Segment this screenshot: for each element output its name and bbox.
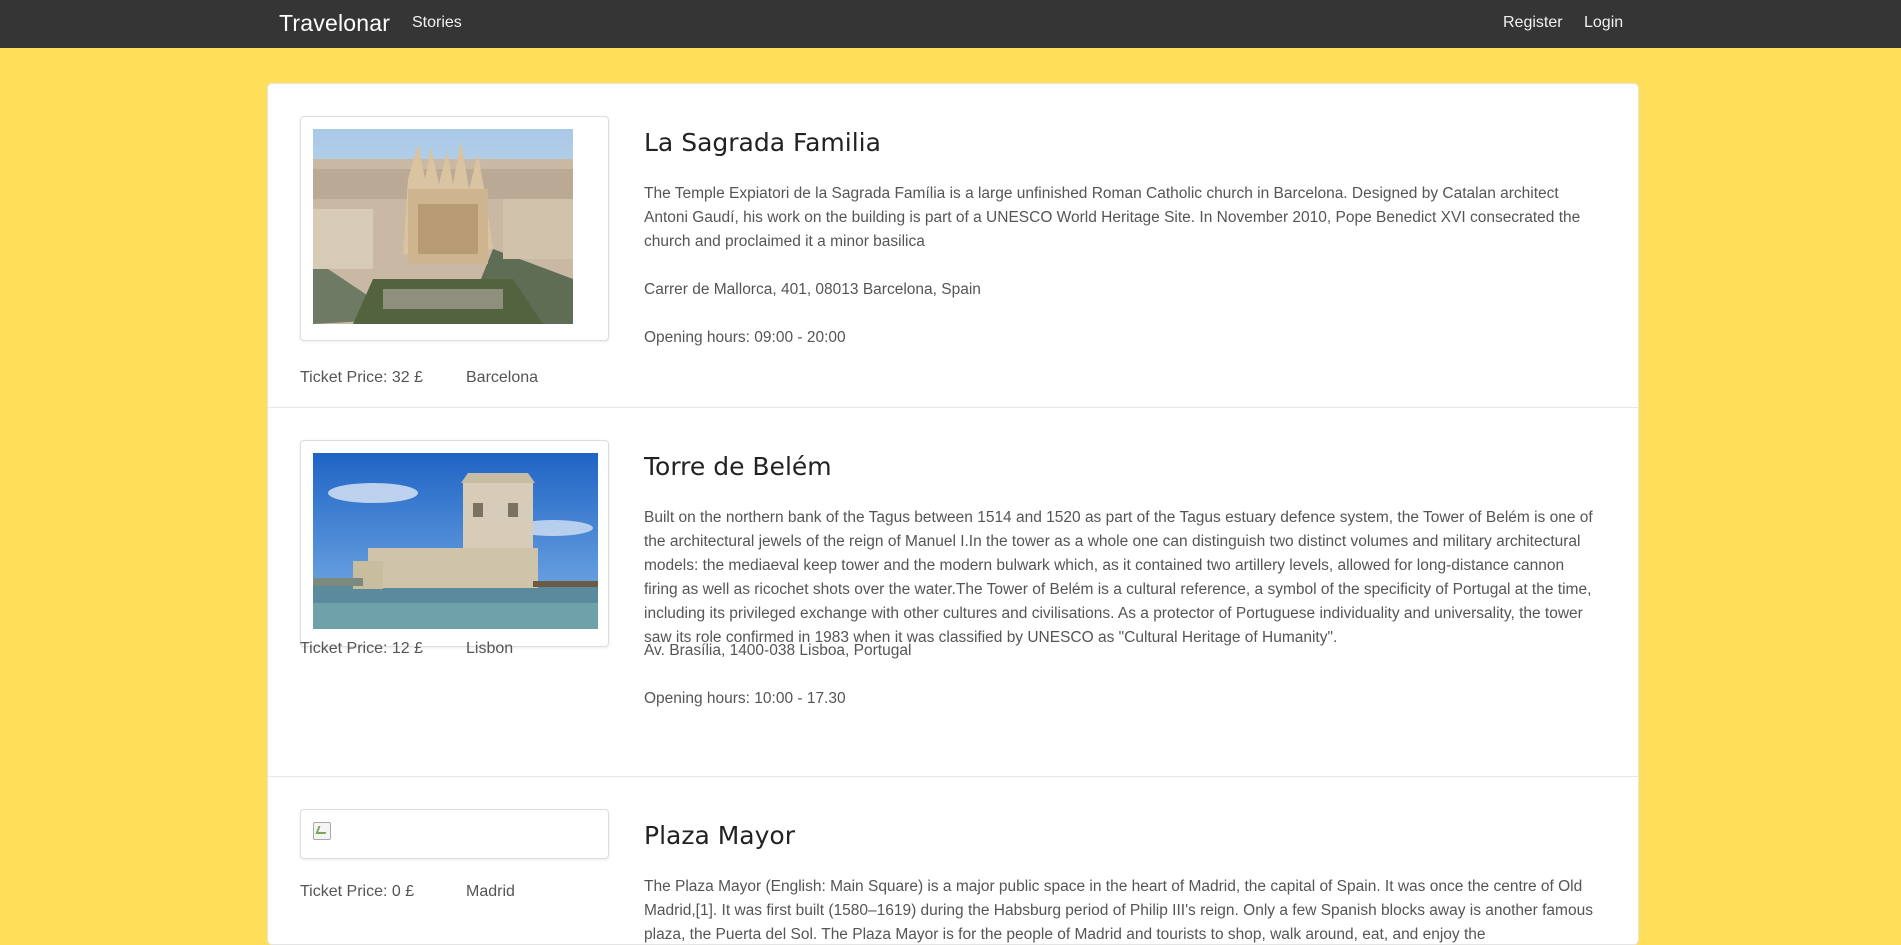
item-divider	[268, 776, 1638, 777]
ticket-price: Ticket Price: 12 £	[300, 640, 424, 657]
attraction-address: Carrer de Mallorca, 401, 08013 Barcelona…	[644, 281, 981, 298]
nav-register-link[interactable]: Register	[1503, 14, 1563, 32]
item-divider	[268, 407, 1638, 408]
attraction-description: The Temple Expiatori de la Sagrada Famíl…	[644, 185, 1581, 250]
attraction-image-frame[interactable]	[300, 440, 609, 647]
broken-image-icon	[313, 822, 331, 840]
brand-link[interactable]: Travelonar	[279, 10, 390, 37]
attraction-hours: Opening hours: 10:00 - 17.30	[644, 690, 846, 707]
attractions-card: Ticket Price: 32 £ Barcelona La Sagrada …	[267, 83, 1639, 945]
attraction-image-frame[interactable]	[300, 809, 609, 859]
torre-de-belem-photo	[313, 453, 598, 629]
attraction-hours: Opening hours: 09:00 - 20:00	[644, 329, 846, 346]
attraction-title[interactable]: Torre de Belém	[644, 452, 832, 481]
ticket-price: Ticket Price: 0 £	[300, 883, 415, 900]
city-label: Madrid	[466, 883, 515, 900]
nav-login-link[interactable]: Login	[1584, 14, 1623, 32]
ticket-price: Ticket Price: 32 £	[300, 369, 424, 386]
attraction-description: The Plaza Mayor (English: Main Square) i…	[644, 878, 1593, 943]
nav-stories-link[interactable]: Stories	[412, 14, 462, 32]
city-label: Lisbon	[466, 640, 514, 657]
attraction-title[interactable]: La Sagrada Familia	[644, 128, 881, 157]
attraction-image-frame[interactable]	[300, 116, 609, 341]
attraction-title[interactable]: Plaza Mayor	[644, 821, 795, 850]
sagrada-familia-photo	[313, 129, 573, 324]
attraction-address: Av. Brasília, 1400-038 Lisboa, Portugal	[644, 642, 912, 659]
city-label: Barcelona	[466, 369, 539, 386]
top-navbar: Travelonar Stories Register Login	[0, 0, 1901, 48]
attraction-description: Built on the northern bank of the Tagus …	[644, 509, 1593, 646]
